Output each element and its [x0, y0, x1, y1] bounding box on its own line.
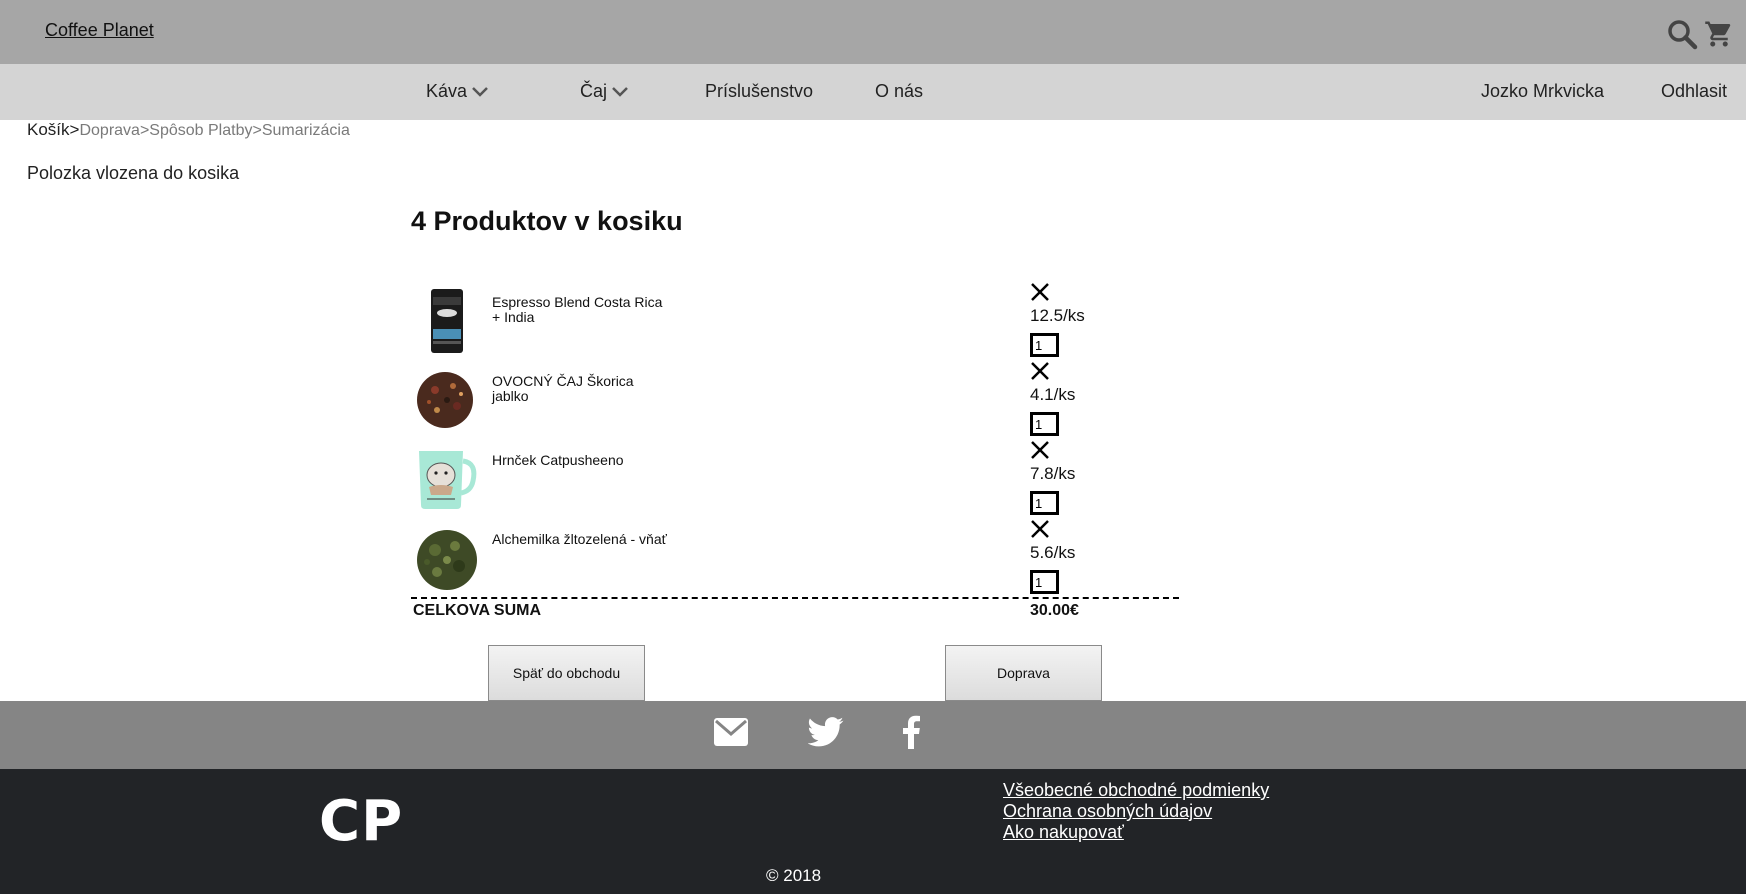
quantity-input[interactable]	[1030, 412, 1059, 436]
top-bar: Coffee Planet	[0, 0, 1746, 64]
header-icons	[1666, 18, 1734, 50]
total-label: CELKOVA SUMA	[413, 602, 541, 619]
nav-item-label: Príslušenstvo	[705, 81, 814, 101]
nav-item-label: Káva	[426, 81, 468, 101]
breadcrumb-separator: >	[139, 122, 150, 139]
breadcrumb-separator: >	[69, 120, 80, 139]
quantity-input[interactable]	[1030, 570, 1059, 594]
product-image-herb	[415, 522, 477, 592]
user-name: Jozko Mrkvicka	[1481, 81, 1605, 101]
nav-item-label: O nás	[875, 81, 924, 101]
breadcrumb-step-sumarizacia: Sumarizácia	[261, 122, 350, 139]
brand-link[interactable]: Coffee Planet	[45, 20, 154, 41]
footer-logo: CP	[319, 789, 404, 854]
search-icon[interactable]	[1666, 18, 1698, 50]
chevron-down-icon	[612, 86, 628, 97]
how-to-buy-link[interactable]: Ako nakupovať	[1003, 822, 1269, 842]
terms-link[interactable]: Všeobecné obchodné podmienky	[1003, 780, 1269, 800]
remove-icon[interactable]	[1029, 281, 1051, 303]
nav-item-label: Čaj	[580, 81, 608, 101]
mail-icon[interactable]	[713, 717, 749, 752]
breadcrumb: Košík>Doprava>Spôsob Platby>Sumarizácia	[27, 120, 350, 140]
remove-icon[interactable]	[1029, 360, 1051, 382]
cart-item-row: Hrnček Catpusheeno 7.8/ks	[411, 439, 1181, 518]
product-price: 7.8/ks	[1030, 464, 1076, 483]
cart-title: 4 Produktov v kosiku	[411, 206, 683, 236]
cart-item-row: Espresso Blend Costa Rica + India 12.5/k…	[411, 281, 1181, 360]
logout-label: Odhlasit	[1661, 81, 1728, 101]
cart-notice: Polozka vlozena do kosika	[27, 163, 240, 183]
footer: CP Všeobecné obchodné podmienky Ochrana …	[0, 769, 1746, 894]
copyright: © 2018	[766, 866, 822, 885]
user-name-link[interactable]: Jozko Mrkvicka	[1481, 81, 1604, 102]
twitter-icon[interactable]	[807, 717, 844, 752]
cart-divider	[411, 597, 1179, 599]
product-name: OVOCNÝ ČAJ Škorica jablko	[492, 373, 634, 404]
product-price: 5.6/ks	[1030, 543, 1076, 562]
nav-item-prislusenstvo[interactable]: Príslušenstvo	[705, 81, 813, 102]
nav-item-kava[interactable]: Káva	[426, 81, 489, 102]
breadcrumb-step-platba: Spôsob Platby	[149, 122, 253, 139]
footer-links: Všeobecné obchodné podmienky Ochrana oso…	[1003, 780, 1269, 842]
product-price: 12.5/ks	[1030, 306, 1085, 325]
nav-bar: Káva Čaj Príslušenstvo O nás Jozko Mrkvi…	[0, 64, 1746, 120]
product-name: Alchemilka žltozelená - vňať	[492, 531, 667, 547]
nav-item-o-nas[interactable]: O nás	[875, 81, 923, 102]
breadcrumb-current: Košík	[27, 120, 70, 139]
total-value: 30.00€	[1030, 602, 1079, 619]
cart-item-row: Alchemilka žltozelená - vňať 5.6/ks	[411, 518, 1181, 597]
back-to-shop-button[interactable]: Späť do obchodu	[488, 645, 645, 701]
breadcrumb-separator: >	[252, 122, 262, 139]
privacy-link[interactable]: Ochrana osobných údajov	[1003, 801, 1269, 821]
social-bar	[0, 701, 1746, 769]
nav-item-caj[interactable]: Čaj	[580, 81, 629, 102]
chevron-down-icon	[472, 86, 488, 97]
product-image-coffee-bag	[415, 285, 477, 355]
logout-link[interactable]: Odhlasit	[1661, 81, 1727, 102]
cart-item-row: OVOCNÝ ČAJ Škorica jablko 4.1/ks	[411, 360, 1181, 439]
remove-icon[interactable]	[1029, 518, 1051, 540]
breadcrumb-step-doprava: Doprava	[79, 122, 140, 139]
product-name: Espresso Blend Costa Rica + India	[492, 294, 663, 325]
quantity-input[interactable]	[1030, 333, 1059, 357]
facebook-icon[interactable]	[902, 715, 920, 754]
remove-icon[interactable]	[1029, 439, 1051, 461]
product-name: Hrnček Catpusheeno	[492, 452, 624, 468]
quantity-input[interactable]	[1030, 491, 1059, 515]
cart-icon[interactable]	[1704, 19, 1734, 49]
shipping-button[interactable]: Doprava	[945, 645, 1102, 701]
product-price: 4.1/ks	[1030, 385, 1076, 404]
product-image-fruit-tea	[415, 364, 477, 434]
product-image-mug	[415, 443, 477, 513]
